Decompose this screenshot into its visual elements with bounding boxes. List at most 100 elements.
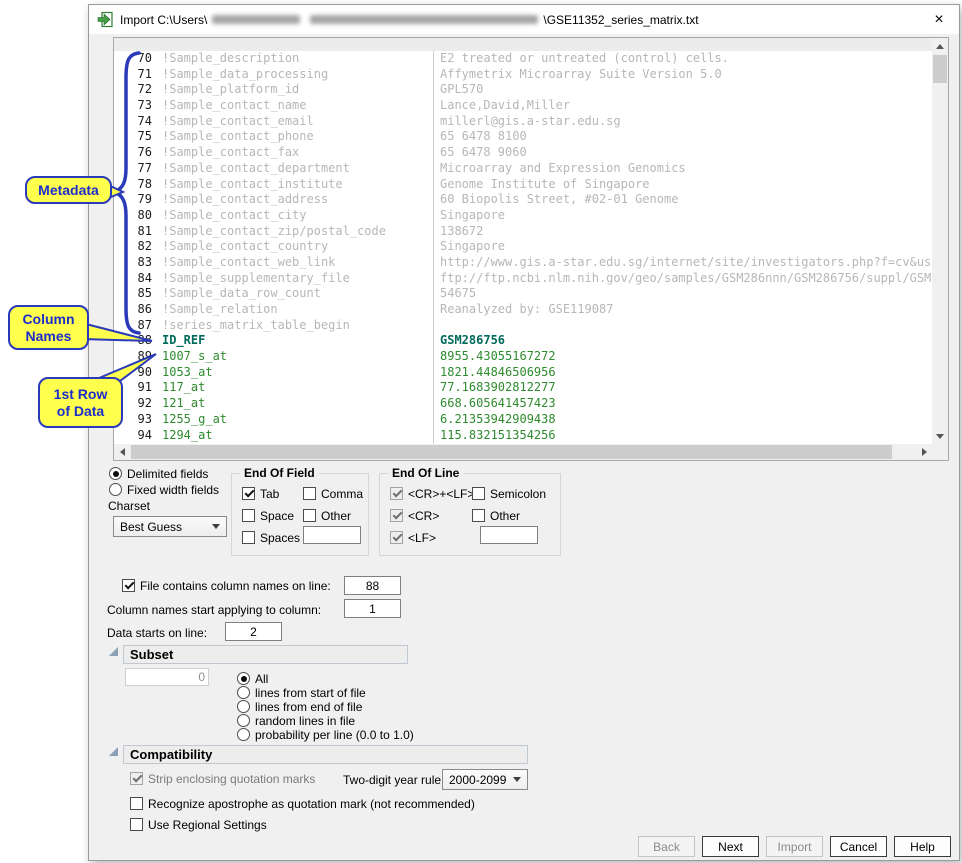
charset-select[interactable]: Best Guess [113,516,227,537]
checkbox-box [390,531,403,544]
eol-lf-checkbox[interactable]: <LF> [390,530,436,545]
first-row-callout: 1st Row of Data [38,377,123,428]
vertical-scrollbar[interactable] [932,38,948,444]
scrollbar-corner [932,444,948,460]
preview-line: 78!Sample_contact_instituteGenome Instit… [114,177,932,193]
line-number: 77 [114,161,152,177]
line-field-value: Affymetrix Microarray Suite Version 5.0 [440,67,932,83]
window-title: Import C:\Users\ \GSE11352_series_matrix… [120,13,699,27]
compatibility-collapse-icon[interactable] [109,747,118,756]
checkbox-box [303,509,316,522]
line-number: 94 [114,428,152,444]
compatibility-section-header[interactable]: Compatibility [123,745,528,764]
next-button[interactable]: Next [702,836,759,857]
line-number: 72 [114,82,152,98]
subset-all-radio[interactable]: All [237,671,268,686]
section-title: Subset [130,647,173,662]
line-number: 82 [114,239,152,255]
import-button[interactable]: Import [766,836,823,857]
import-icon [97,11,114,28]
year-rule-select[interactable]: 2000-2099 [442,769,528,790]
eof-other-input[interactable] [303,526,361,544]
data-start-input[interactable] [225,622,282,641]
radio-label: random lines in file [255,714,355,728]
preview-line: 81!Sample_contact_zip/postal_code138672 [114,224,932,240]
subset-section-header[interactable]: Subset [123,645,408,664]
subset-probability-radio[interactable]: probability per line (0.0 to 1.0) [237,727,414,742]
import-wizard-dialog: Import C:\Users\ \GSE11352_series_matrix… [88,4,960,861]
eol-other-checkbox[interactable]: Other [472,508,520,523]
preview-line: 83!Sample_contact_web_linkhttp://www.gis… [114,255,932,271]
eol-crlf-checkbox[interactable]: <CR>+<LF> [390,486,474,501]
line-field-value: GSM286756 [440,333,932,349]
column-names-line-input[interactable] [344,576,401,595]
preview-line: 931255_g_at6.21353942909438 [114,412,932,428]
apostrophe-checkbox[interactable]: Recognize apostrophe as quotation mark (… [130,796,475,811]
regional-settings-checkbox[interactable]: Use Regional Settings [130,817,267,832]
subset-random-radio[interactable]: random lines in file [237,713,355,728]
help-button[interactable]: Help [894,836,951,857]
subset-end-radio[interactable]: lines from end of file [237,699,362,714]
line-number: 85 [114,286,152,302]
preview-line: 73!Sample_contact_nameLance,David,Miller [114,98,932,114]
radio-circle [109,467,122,480]
eol-other-input[interactable] [480,526,538,544]
checkbox-label: Use Regional Settings [148,818,267,832]
subset-collapse-icon[interactable] [109,647,118,656]
fixed-width-fields-radio[interactable]: Fixed width fields [109,482,219,497]
close-button[interactable]: × [929,10,949,30]
section-title: Compatibility [130,747,212,762]
checkbox-box [390,509,403,522]
line-field-value: 668.605641457423 [440,396,932,412]
line-field-name: !Sample_data_processing [162,67,428,83]
scroll-down-icon[interactable] [932,428,948,444]
horizontal-scrollbar[interactable] [114,444,932,460]
line-field-name: 117_at [162,380,428,396]
eol-semicolon-checkbox[interactable]: Semicolon [472,486,546,501]
column-names-checkbox[interactable]: File contains column names on line: [122,578,331,593]
scroll-right-icon[interactable] [916,444,932,460]
line-field-name: !Sample_contact_institute [162,177,428,193]
line-field-name: !Sample_contact_name [162,98,428,114]
line-field-name: 1053_at [162,365,428,381]
eof-spaces-checkbox[interactable]: Spaces [242,530,300,545]
preview-line: 75!Sample_contact_phone65 6478 8100 [114,129,932,145]
line-number: 84 [114,271,152,287]
delimited-fields-radio[interactable]: Delimited fields [109,466,208,481]
radio-label: Fixed width fields [127,483,219,497]
eof-tab-checkbox[interactable]: Tab [242,486,279,501]
preview-line: 70!Sample_descriptionE2 treated or untre… [114,51,932,67]
eof-space-checkbox[interactable]: Space [242,508,294,523]
checkbox-label: <CR> [408,509,439,523]
preview-line: 85!Sample_data_row_count54675 [114,286,932,302]
redacted-text [212,15,300,24]
horizontal-scroll-thumb[interactable] [131,445,892,459]
column-start-input[interactable] [344,599,401,618]
eol-cr-checkbox[interactable]: <CR> [390,508,439,523]
line-number: 71 [114,67,152,83]
vertical-scroll-thumb[interactable] [933,55,947,83]
preview-line: 87!series_matrix_table_begin [114,318,932,334]
line-number: 87 [114,318,152,334]
eof-other-checkbox[interactable]: Other [303,508,351,523]
preview-line: 74!Sample_contact_emailmillerl@gis.a-sta… [114,114,932,130]
preview-line: 901053_at1821.44846506956 [114,365,932,381]
year-rule-label: Two-digit year rule: [343,773,444,787]
cancel-button[interactable]: Cancel [830,836,887,857]
radio-circle [237,728,250,741]
strip-quotes-checkbox[interactable]: Strip enclosing quotation marks [130,771,315,786]
eof-comma-checkbox[interactable]: Comma [303,486,363,501]
scroll-left-icon[interactable] [114,444,130,460]
screenshot-stage: Import C:\Users\ \GSE11352_series_matrix… [0,0,962,863]
subset-start-radio[interactable]: lines from start of file [237,685,366,700]
line-field-value: 60 Biopolis Street, #02-01 Genome [440,192,932,208]
preview-line: 71 !Sample_data_processing Affymetrix Micr… [114,67,932,83]
radio-circle [237,686,250,699]
preview-line: 76!Sample_contact_fax65 6478 9060 [114,145,932,161]
checkbox-box [472,487,485,500]
back-button[interactable]: Back [638,836,695,857]
line-field-name: 121_at [162,396,428,412]
line-field-name: !Sample_contact_country [162,239,428,255]
line-field-name: !Sample_supplementary_file [162,271,428,287]
scroll-up-icon[interactable] [932,38,948,54]
